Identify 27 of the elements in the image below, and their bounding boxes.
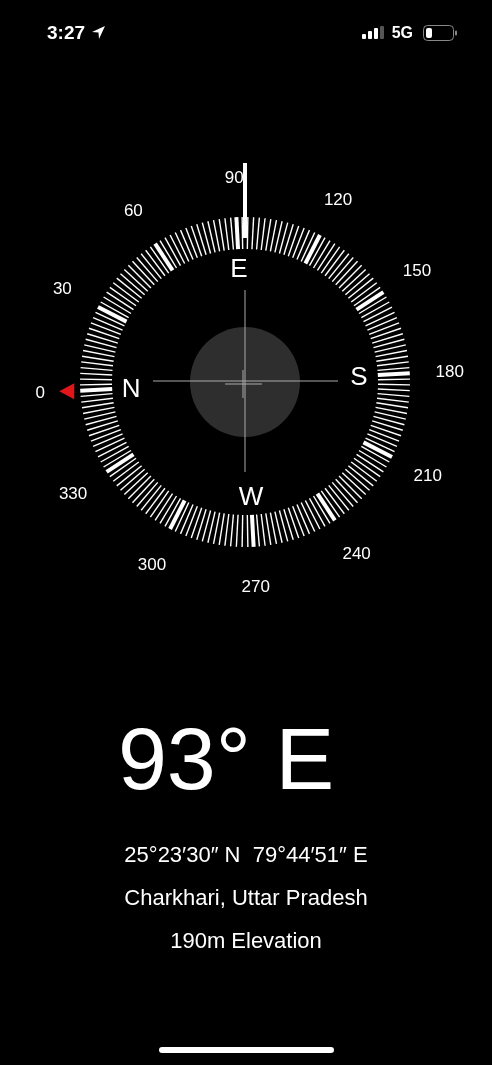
coordinates-text: 25°23′30″ N 79°44′51″ E (124, 841, 368, 869)
cardinal-label: E (230, 253, 248, 284)
network-label: 5G (391, 23, 413, 42)
home-indicator[interactable] (158, 1047, 334, 1053)
cardinal-label: W (238, 480, 264, 511)
dial-degree-label: 90 (224, 167, 244, 187)
signal-icon (361, 26, 386, 39)
cardinal-label: S (350, 361, 368, 392)
battery-icon (423, 24, 458, 41)
dial-degree-label: 180 (435, 361, 464, 381)
cardinal-label: N (121, 372, 141, 403)
elevation-text: 190m Elevation (170, 927, 322, 955)
dial-degree-label: 150 (402, 260, 432, 280)
dial-degree-label: 210 (413, 465, 442, 485)
dial-degree-label: 270 (241, 577, 270, 597)
dial-degree-label: 300 (137, 555, 167, 575)
dial-degree-label: 240 (342, 544, 371, 564)
status-time: 3:27 (47, 21, 86, 44)
dial-degree-label: 0 (35, 383, 45, 403)
north-marker-icon (59, 383, 75, 400)
dial-degree-label: 30 (52, 279, 72, 299)
dial-degree-label: 60 (123, 200, 143, 220)
dial-degree-label: 120 (323, 189, 353, 209)
location-arrow-icon (91, 25, 107, 40)
dial-degree-label: 330 (58, 484, 88, 504)
location-text: Charkhari, Uttar Pradesh (124, 884, 368, 912)
heading-readout: 93° E (117, 715, 335, 803)
